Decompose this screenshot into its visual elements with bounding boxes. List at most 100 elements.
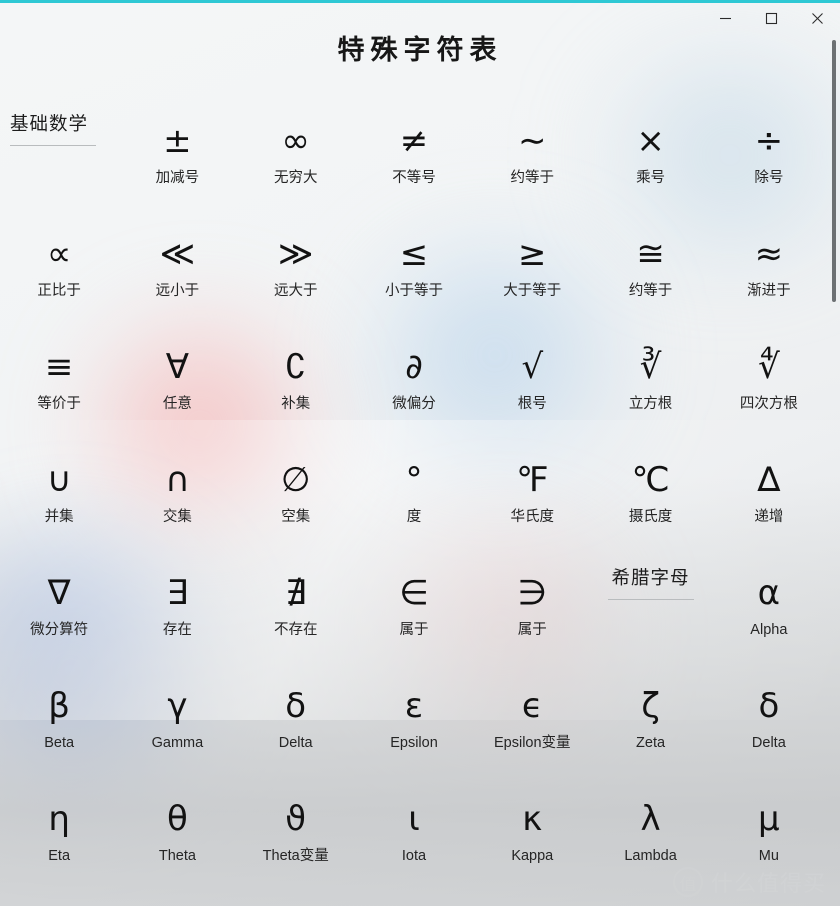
character-caption: Epsilon — [390, 735, 438, 751]
character-cell[interactable]: ∅ 空集 — [237, 443, 355, 556]
accent-bar — [0, 0, 840, 3]
character-caption: 等价于 — [37, 396, 81, 412]
character-caption: 交集 — [162, 509, 192, 525]
character-glyph: ∂ — [405, 347, 423, 387]
character-cell[interactable]: ∪ 并集 — [0, 443, 118, 556]
character-glyph: ζ — [641, 686, 660, 726]
maximize-button[interactable] — [748, 3, 794, 34]
character-caption: 度 — [406, 509, 422, 525]
character-cell[interactable]: ≥ 大于等于 — [473, 217, 591, 330]
vertical-scrollbar[interactable] — [828, 36, 840, 906]
character-cell[interactable]: ≅ 约等于 — [591, 217, 709, 330]
character-cell[interactable]: ≤ 小于等于 — [355, 217, 473, 330]
character-cell[interactable]: ≈ 渐进于 — [710, 217, 828, 330]
character-cell[interactable]: ∃ 存在 — [118, 556, 236, 669]
character-cell[interactable]: δ Delta — [710, 669, 828, 782]
character-cell[interactable]: ∩ 交集 — [118, 443, 236, 556]
character-caption: 正比于 — [37, 283, 81, 299]
character-cell[interactable]: ∆ 递增 — [710, 443, 828, 556]
character-cell[interactable]: μ Mu — [710, 782, 828, 895]
character-cell[interactable]: ℉ 华氏度 — [473, 443, 591, 556]
character-glyph: α — [757, 573, 781, 613]
character-caption: 约等于 — [628, 283, 673, 299]
title-bar — [0, 3, 840, 34]
character-glyph: ∼ — [518, 121, 547, 161]
section-header-basic-math: 基础数学 — [0, 104, 118, 217]
character-caption: Iota — [401, 848, 427, 864]
character-cell[interactable]: ϵ Epsilon变量 — [473, 669, 591, 782]
character-cell[interactable]: κ Kappa — [473, 782, 591, 895]
character-caption: Zeta — [636, 735, 666, 751]
character-cell[interactable]: ℃ 摄氏度 — [591, 443, 709, 556]
character-cell[interactable]: ° 度 — [355, 443, 473, 556]
character-cell[interactable]: ≫ 远大于 — [237, 217, 355, 330]
character-caption: Eta — [48, 848, 71, 864]
character-caption: Mu — [758, 848, 779, 864]
character-cell[interactable]: ≡ 等价于 — [0, 330, 118, 443]
character-cell[interactable]: ∄ 不存在 — [237, 556, 355, 669]
minimize-button[interactable] — [702, 3, 748, 34]
section-header-greek-letters: 希腊字母 — [591, 556, 709, 669]
character-caption: Lambda — [624, 848, 677, 864]
special-character-table-window: 特殊字符表 基础数学 ± 加减号 ∞ 无穷大 ≠ 不等号 ∼ 约等于 × 乘号 ÷ 除号 ∝ 正比于 ≪ 远小于… — [0, 0, 840, 906]
character-caption: 四次方根 — [739, 396, 798, 412]
character-cell[interactable]: η Eta — [0, 782, 118, 895]
character-cell[interactable]: ∋ 属于 — [473, 556, 591, 669]
character-cell[interactable]: γ Gamma — [118, 669, 236, 782]
character-glyph: ∅ — [280, 460, 311, 500]
character-caption: 属于 — [399, 622, 429, 638]
character-glyph: ÷ — [754, 121, 784, 161]
character-glyph: ∄ — [284, 573, 307, 613]
character-cell[interactable]: ι Iota — [355, 782, 473, 895]
character-caption: 微分算符 — [30, 622, 89, 638]
character-cell[interactable]: ∜ 四次方根 — [710, 330, 828, 443]
character-caption: Theta变量 — [262, 848, 329, 864]
scrollbar-thumb[interactable] — [832, 40, 836, 302]
character-cell[interactable]: ∀ 任意 — [118, 330, 236, 443]
character-glyph: ∪ — [46, 460, 72, 500]
section-title: 基础数学 — [10, 114, 89, 135]
character-cell[interactable]: × 乘号 — [591, 104, 709, 217]
character-cell[interactable]: ∞ 无穷大 — [237, 104, 355, 217]
character-caption: Gamma — [151, 735, 204, 751]
character-cell[interactable]: ± 加减号 — [118, 104, 236, 217]
character-cell[interactable]: ∁ 补集 — [237, 330, 355, 443]
close-button[interactable] — [794, 3, 840, 34]
character-glyph: λ — [640, 799, 661, 839]
character-glyph: θ — [167, 799, 188, 839]
character-glyph: ε — [404, 686, 424, 726]
character-cell[interactable]: ≠ 不等号 — [355, 104, 473, 217]
character-cell[interactable]: ∈ 属于 — [355, 556, 473, 669]
section-underline — [10, 145, 96, 146]
character-glyph: ° — [405, 460, 423, 500]
character-caption: 属于 — [517, 622, 547, 638]
character-cell[interactable]: ϑ Theta变量 — [237, 782, 355, 895]
character-cell[interactable]: ∼ 约等于 — [473, 104, 591, 217]
section-title: 希腊字母 — [611, 568, 690, 589]
character-cell[interactable]: ÷ 除号 — [710, 104, 828, 217]
character-cell[interactable]: λ Lambda — [591, 782, 709, 895]
character-cell[interactable]: β Beta — [0, 669, 118, 782]
character-glyph: ≪ — [159, 234, 196, 274]
character-glyph: μ — [758, 799, 780, 839]
character-cell[interactable]: ≪ 远小于 — [118, 217, 236, 330]
character-glyph: γ — [167, 686, 188, 726]
character-caption: 空集 — [281, 509, 311, 525]
character-caption: Delta — [751, 735, 786, 751]
character-cell[interactable]: ∇ 微分算符 — [0, 556, 118, 669]
character-caption: 加减号 — [155, 170, 200, 186]
character-cell[interactable]: α Alpha — [710, 556, 828, 669]
character-cell[interactable]: √ 根号 — [473, 330, 591, 443]
character-cell[interactable]: ∂ 微偏分 — [355, 330, 473, 443]
character-cell[interactable]: ∛ 立方根 — [591, 330, 709, 443]
character-cell[interactable]: δ Delta — [237, 669, 355, 782]
character-cell[interactable]: ζ Zeta — [591, 669, 709, 782]
character-caption: Delta — [278, 735, 313, 751]
character-cell[interactable]: ∝ 正比于 — [0, 217, 118, 330]
character-caption: 无穷大 — [273, 170, 318, 186]
character-glyph: ∁ — [284, 347, 307, 387]
character-caption: 递增 — [754, 509, 784, 525]
character-cell[interactable]: ε Epsilon — [355, 669, 473, 782]
character-cell[interactable]: θ Theta — [118, 782, 236, 895]
character-caption: 大于等于 — [503, 283, 562, 299]
